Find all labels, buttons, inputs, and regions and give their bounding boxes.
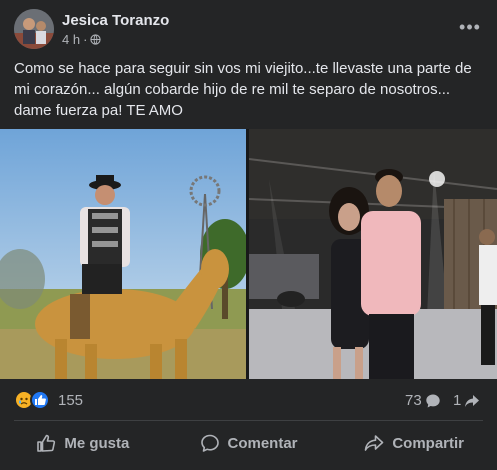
comment-count-value: 73 bbox=[405, 392, 422, 409]
photo-couple-at-party[interactable] bbox=[249, 129, 497, 379]
thumbs-up-icon bbox=[37, 434, 56, 452]
globe-icon bbox=[90, 34, 102, 45]
post-text: Como se hace para seguir sin vos mi viej… bbox=[14, 60, 472, 119]
photo-man-on-horse[interactable] bbox=[0, 129, 246, 379]
share-button[interactable]: Compartir bbox=[331, 424, 497, 462]
action-bar: Me gusta Comentar Compartir bbox=[0, 424, 497, 462]
divider bbox=[14, 420, 483, 421]
share-count[interactable]: 1 bbox=[453, 392, 480, 409]
photo-grid bbox=[0, 129, 497, 379]
reactions-bar: 155 73 1 bbox=[0, 384, 497, 418]
comment-button[interactable]: Comentar bbox=[166, 424, 332, 462]
post-header: Jesica Toranzo 4 h · ••• bbox=[0, 0, 497, 56]
reaction-icons[interactable] bbox=[14, 390, 50, 410]
post-meta: 4 h · bbox=[62, 32, 102, 47]
share-button-label: Compartir bbox=[392, 434, 465, 452]
reaction-count[interactable]: 155 bbox=[58, 392, 83, 409]
like-reaction-icon bbox=[30, 390, 50, 410]
comment-bubble-icon bbox=[425, 394, 440, 407]
post-time[interactable]: 4 h bbox=[62, 32, 80, 47]
author-avatar[interactable] bbox=[14, 9, 54, 49]
comment-icon bbox=[200, 434, 219, 452]
like-button[interactable]: Me gusta bbox=[0, 424, 166, 462]
share-icon bbox=[365, 435, 384, 451]
share-arrow-icon bbox=[465, 394, 480, 407]
share-count-value: 1 bbox=[453, 392, 462, 409]
author-name[interactable]: Jesica Toranzo bbox=[62, 12, 169, 29]
comment-button-label: Comentar bbox=[227, 434, 298, 452]
more-options-icon[interactable]: ••• bbox=[455, 12, 485, 42]
comment-count[interactable]: 73 bbox=[405, 392, 441, 409]
like-button-label: Me gusta bbox=[64, 434, 130, 452]
